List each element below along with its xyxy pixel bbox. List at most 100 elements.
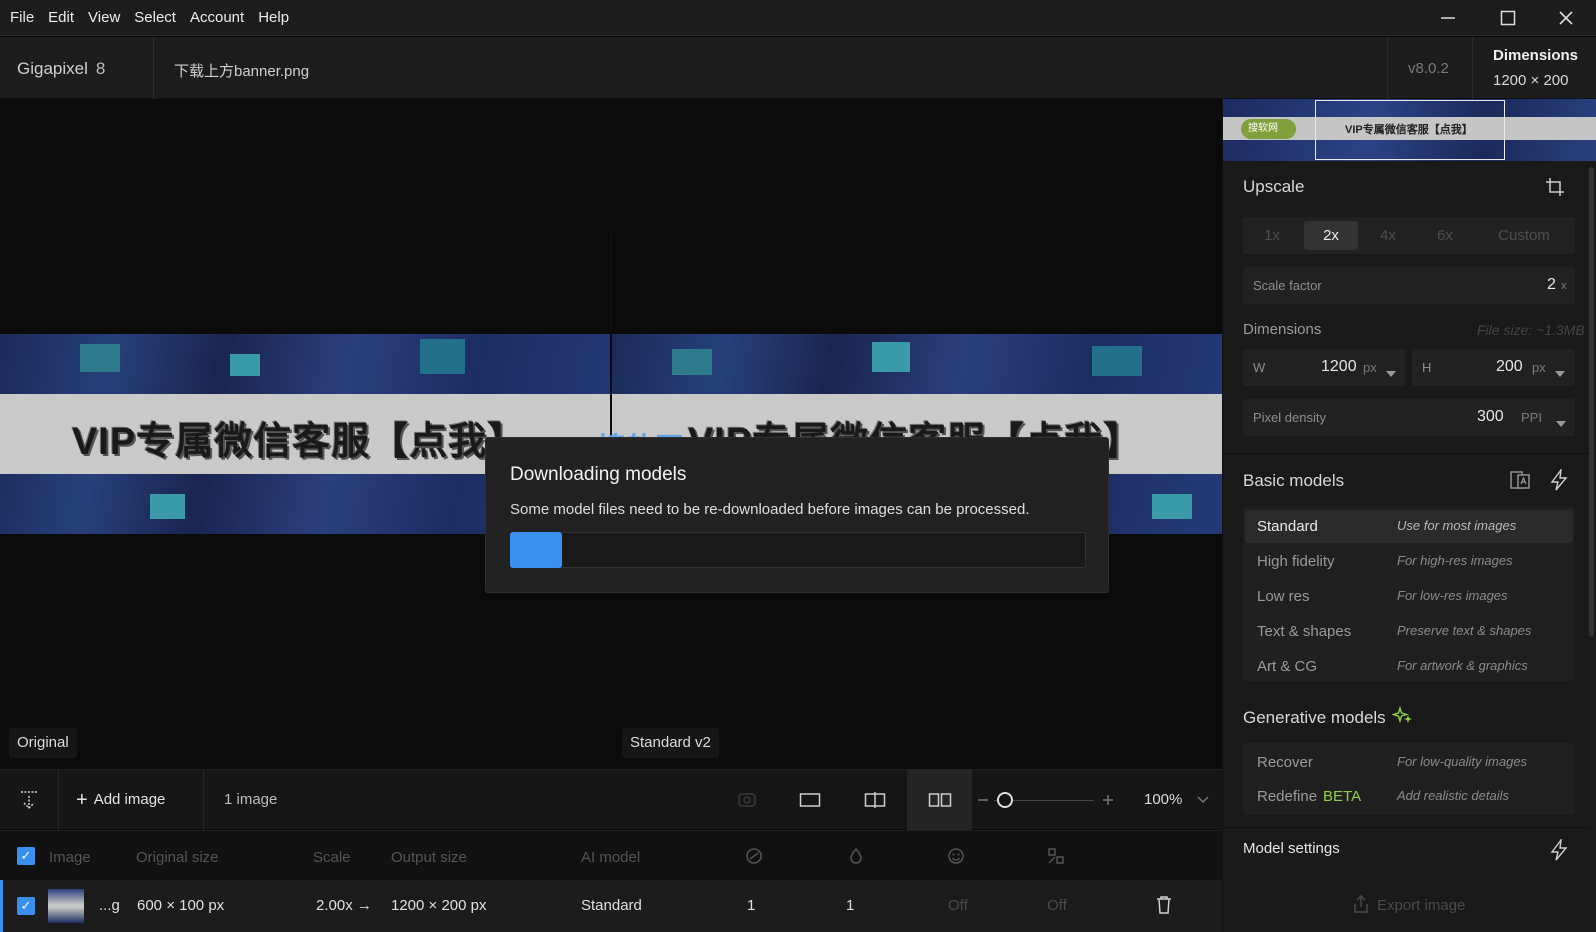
pixel-density-field[interactable]: Pixel density 300 PPI: [1243, 399, 1575, 436]
maximize-icon[interactable]: [1478, 0, 1538, 36]
scale-1x[interactable]: 1x: [1247, 221, 1297, 250]
select-all-checkbox[interactable]: ✓: [17, 847, 35, 865]
scale-4x[interactable]: 4x: [1363, 221, 1413, 250]
menu-select[interactable]: Select: [127, 9, 183, 26]
progress-track: [510, 532, 1086, 568]
scale-factor-unit: x: [1561, 280, 1567, 292]
menu-account[interactable]: Account: [183, 9, 251, 26]
menu-edit[interactable]: Edit: [41, 9, 81, 26]
menu-bar: File Edit View Select Account Help: [0, 0, 1596, 36]
auto-lightning-icon[interactable]: [1549, 837, 1569, 866]
width-field[interactable]: W 1200 px: [1243, 349, 1406, 386]
thumbnail-badge: 搜软网: [1241, 119, 1296, 139]
navigator-thumbnail[interactable]: 搜软网 VIP专属微信客服【点我】: [1223, 99, 1596, 161]
row-detail: 1: [747, 897, 756, 914]
scale-2x[interactable]: 2x: [1304, 221, 1358, 250]
collapse-icon[interactable]: [0, 770, 58, 830]
model-name: Art & CG: [1257, 658, 1318, 675]
row-ai-model: Standard: [581, 897, 642, 914]
compare-models-icon[interactable]: [1509, 469, 1531, 496]
divider: [58, 770, 59, 830]
menu-file[interactable]: File: [0, 9, 41, 26]
zoom-slider-handle[interactable]: [997, 792, 1013, 808]
side-by-side-view-button[interactable]: [907, 770, 972, 830]
add-image-button[interactable]: + Add image: [76, 789, 165, 812]
auto-lightning-icon[interactable]: [1549, 467, 1569, 496]
height-label: H: [1422, 360, 1432, 375]
model-recover[interactable]: Recover For low-quality images: [1245, 746, 1573, 779]
model-desc: Add realistic details: [1397, 788, 1509, 803]
zoom-out-icon[interactable]: [975, 770, 991, 830]
height-unit: px: [1532, 360, 1546, 375]
model-desc: For artwork & graphics: [1397, 658, 1528, 673]
file-size: File size: ~1.3MB: [1477, 322, 1585, 338]
model-low-res[interactable]: Low res For low-res images: [1245, 580, 1573, 613]
export-image-button[interactable]: Export image: [1353, 894, 1465, 917]
header-bar: Gigapixel 8 下载上方banner.png v8.0.2 Dimensi…: [0, 37, 1596, 99]
model-desc: Preserve text & shapes: [1397, 623, 1532, 638]
chevron-down-icon[interactable]: [1556, 414, 1566, 432]
col-output-size[interactable]: Output size: [391, 849, 467, 866]
zoom-select[interactable]: 100%: [1144, 791, 1209, 808]
height-value: 200: [1496, 358, 1523, 375]
row-file-name: ...g: [99, 897, 120, 914]
image-count: 1 image: [224, 791, 278, 808]
model-name: Low res: [1257, 588, 1310, 605]
navigator-viewport[interactable]: [1315, 100, 1505, 160]
panel-scrollbar[interactable]: [1589, 167, 1594, 637]
crop-icon[interactable]: [1545, 177, 1565, 202]
close-icon[interactable]: [1536, 0, 1596, 36]
menu-help[interactable]: Help: [251, 9, 296, 26]
chevron-down-icon[interactable]: [1386, 364, 1396, 382]
row-checkbox[interactable]: ✓: [17, 897, 35, 915]
split-view-icon[interactable]: [860, 770, 890, 830]
app-name-text: Gigapixel: [17, 59, 88, 78]
plus-icon: +: [76, 789, 88, 811]
sparkle-icon: [1391, 705, 1414, 731]
col-scale[interactable]: Scale: [313, 849, 351, 866]
minimize-icon[interactable]: [1418, 0, 1478, 36]
table-row[interactable]: ✓ ...g 600 × 100 px 2.00x → 1200 × 200 p…: [0, 880, 1222, 932]
scale-factor-field[interactable]: Scale factor 2 x: [1243, 267, 1575, 304]
model-art-cg[interactable]: Art & CG For artwork & graphics: [1245, 650, 1573, 683]
model-high-fidelity[interactable]: High fidelity For high-res images: [1245, 545, 1573, 578]
model-standard[interactable]: Standard Use for most images: [1245, 510, 1573, 543]
chevron-down-icon[interactable]: [1555, 364, 1565, 382]
app-version-major: 8: [95, 59, 106, 78]
dialog-message: Some model files need to be re-downloade…: [510, 501, 1030, 518]
model-name: Recover: [1257, 754, 1313, 771]
pixel-density-unit: PPI: [1521, 410, 1542, 425]
divider: [1472, 37, 1473, 99]
face-icon: [947, 847, 965, 869]
model-name-with-badge: Redefine BETA: [1257, 788, 1361, 805]
menu-view[interactable]: View: [81, 9, 127, 26]
single-view-icon[interactable]: [795, 770, 825, 830]
scale-custom[interactable]: Custom: [1481, 221, 1567, 250]
zoom-in-icon[interactable]: [1100, 770, 1116, 830]
divider: [203, 770, 204, 830]
model-name: Redefine: [1257, 788, 1318, 805]
col-ai-model[interactable]: AI model: [581, 849, 640, 866]
zoom-value: 100%: [1144, 791, 1183, 808]
height-field[interactable]: H 200 px: [1412, 349, 1575, 386]
scale-options: 1x 2x 4x 6x Custom: [1243, 217, 1575, 254]
generative-models-label: Generative models: [1243, 708, 1386, 727]
width-unit: px: [1363, 360, 1377, 375]
split-divider[interactable]: [610, 235, 612, 330]
col-image[interactable]: Image: [49, 849, 91, 866]
divider: [1223, 453, 1589, 454]
scale-6x[interactable]: 6x: [1420, 221, 1470, 250]
trash-icon[interactable]: [1155, 895, 1173, 920]
basic-models-title: Basic models: [1243, 471, 1345, 490]
model-text-shapes[interactable]: Text & shapes Preserve text & shapes: [1245, 615, 1573, 648]
model-redefine[interactable]: Redefine BETA Add realistic details: [1245, 780, 1573, 813]
beta-badge: BETA: [1323, 788, 1362, 805]
model-name: High fidelity: [1257, 553, 1335, 570]
dimensions-label: Dimensions: [1493, 47, 1579, 64]
row-output-size: 1200 × 200 px: [391, 897, 487, 914]
bottom-toolbar: + Add image 1 image 100%: [0, 769, 1222, 830]
generative-models-title: Generative models: [1243, 705, 1414, 731]
col-original-size[interactable]: Original size: [136, 849, 219, 866]
add-image-label: Add image: [93, 791, 166, 808]
compare-icon[interactable]: [732, 770, 762, 830]
